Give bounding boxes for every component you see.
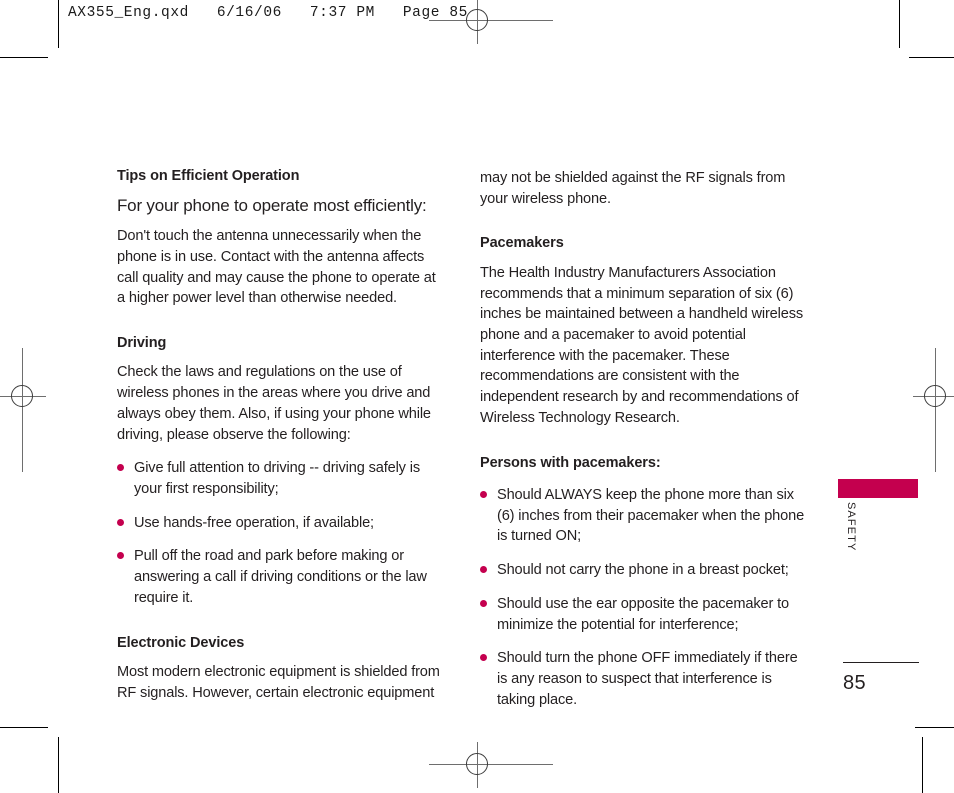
list-item: Give full attention to driving -- drivin… bbox=[117, 458, 445, 499]
section-tab-bar bbox=[838, 479, 918, 498]
left-text-column: Tips on Efficient Operation For your pho… bbox=[117, 168, 445, 703]
heading-tips-on-efficient-operation: Tips on Efficient Operation bbox=[117, 168, 300, 184]
lead-for-your-phone-to-operate: For your phone to operate most efficient… bbox=[117, 196, 427, 216]
right-text-column: may not be shielded against the RF signa… bbox=[480, 168, 808, 710]
paragraph-driving-laws: Check the laws and regulations on the us… bbox=[117, 364, 431, 443]
list-item: Use hands-free operation, if available; bbox=[117, 513, 445, 534]
list-item: Should not carry the phone in a breast p… bbox=[480, 560, 808, 581]
list-item: Should turn the phone OFF immediately if… bbox=[480, 648, 808, 710]
paragraph-hima-recommendation: The Health Industry Manufacturers Associ… bbox=[480, 264, 803, 426]
list-item-label: Should turn the phone OFF immediately if… bbox=[497, 650, 798, 708]
paragraph-antenna-handling: Don't touch the antenna unnecessarily wh… bbox=[117, 228, 436, 307]
list-item-label: Should ALWAYS keep the phone more than s… bbox=[497, 486, 805, 545]
folio-rule bbox=[843, 662, 919, 663]
list-item: Should use the ear opposite the pacemake… bbox=[480, 594, 808, 635]
driving-bullet-list: Give full attention to driving -- drivin… bbox=[117, 458, 445, 608]
heading-electronic-devices: Electronic Devices bbox=[117, 634, 245, 651]
pacemaker-bullet-list: Should ALWAYS keep the phone more than s… bbox=[480, 485, 808, 710]
bullet-dot-icon bbox=[117, 518, 124, 526]
list-item-label: Use hands-free operation, if available; bbox=[134, 514, 374, 531]
paragraph-electronic-shielding: Most modern electronic equipment is shie… bbox=[117, 663, 440, 701]
bullet-dot-icon bbox=[117, 464, 124, 472]
heading-pacemakers: Pacemakers bbox=[480, 235, 564, 252]
section-tab-label: SAFETY bbox=[845, 502, 857, 552]
list-item-label: Should not carry the phone in a breast p… bbox=[497, 562, 789, 579]
page-number: 85 bbox=[843, 672, 867, 694]
bullet-dot-icon bbox=[480, 654, 487, 662]
heading-persons-with-pacemakers: Persons with pacemakers: bbox=[480, 454, 661, 471]
bullet-dot-icon bbox=[480, 490, 487, 498]
list-item-label: Pull off the road and park before making… bbox=[134, 548, 427, 606]
bullet-dot-icon bbox=[480, 599, 487, 607]
list-item-label: Give full attention to driving -- drivin… bbox=[134, 460, 420, 497]
list-item: Should ALWAYS keep the phone more than s… bbox=[480, 485, 808, 547]
list-item-label: Should use the ear opposite the pacemake… bbox=[497, 595, 789, 633]
bullet-dot-icon bbox=[480, 566, 487, 574]
bullet-dot-icon bbox=[117, 552, 124, 560]
list-item: Pull off the road and park before making… bbox=[117, 546, 445, 608]
manual-page: Tips on Efficient Operation For your pho… bbox=[0, 0, 954, 793]
heading-driving: Driving bbox=[117, 335, 167, 352]
paragraph-shielding-continued: may not be shielded against the RF signa… bbox=[480, 170, 786, 207]
